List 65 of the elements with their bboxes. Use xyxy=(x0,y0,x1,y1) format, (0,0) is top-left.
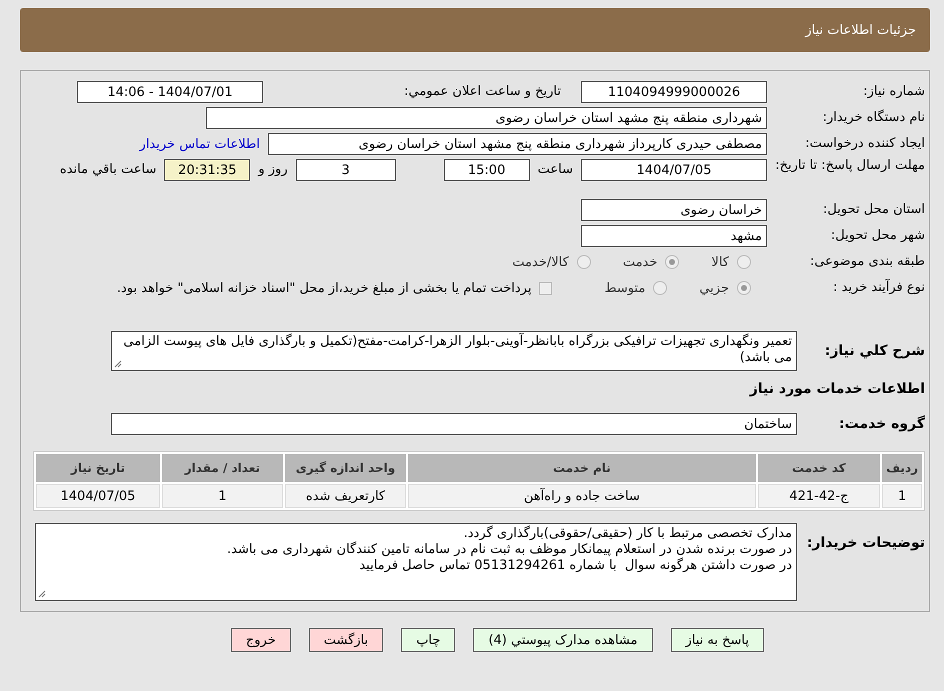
field-label: نام دستگاه خريدار: xyxy=(822,110,925,126)
checkbox-label: پرداخت تمام یا بخشی از مبلغ خرید،از محل "اسناد خزانه اسلامی" خواهد بود. xyxy=(116,280,532,296)
field-label: توضیحات خریدار: xyxy=(806,535,925,552)
field-label: نوع فرآیند خرید : xyxy=(832,280,925,296)
field-label: استان محل تحویل: xyxy=(822,202,925,218)
remaining-time-field: 20:31:35 xyxy=(164,159,250,181)
action-button[interactable]: بازگشت xyxy=(308,628,384,652)
creator-field: مصطفی حیدری کارپرداز شهرداری منطقه پنج مشهد استان خراسان رضوی xyxy=(268,133,767,155)
action-button[interactable]: پاسخ به نياز xyxy=(670,628,764,652)
radio-button[interactable] xyxy=(737,255,751,269)
resize-grip-icon xyxy=(114,360,122,368)
table-cell: 1 xyxy=(882,484,922,508)
field-label: تاريخ و ساعت اعلان عمومي: xyxy=(403,84,561,100)
radio-label: جزيي xyxy=(699,280,729,296)
column-header: تاریخ نیاز xyxy=(36,454,160,482)
note-line: مدارک تخصصی مرتبط با کار (حقیقی/حقوقی)بارگذاری گردد. xyxy=(462,526,792,542)
field-label: ايجاد کننده درخواست: xyxy=(804,136,925,152)
deadline-time-field: 15:00 xyxy=(444,159,530,181)
field-label: گروه خدمت: xyxy=(838,416,925,432)
buyer-field: شهرداری منطقه پنج مشهد استان خراسان رضوی xyxy=(206,107,767,129)
radio-button[interactable] xyxy=(653,281,668,295)
action-button[interactable]: خروج xyxy=(230,628,291,652)
column-header: تعداد / مقدار xyxy=(162,454,283,482)
radio-label: خدمت xyxy=(622,254,658,270)
description-field[interactable]: تعمیر ونگهداری تجهیزات ترافیکی بزرگراه بابانظر-آوینی-بلوار الزهرا-کرامت-مفتح(تکمیل و بارگذاری فایل های پیوست الزامی می باشد) xyxy=(111,331,797,371)
announce-date-field: 1404/07/01 - 14:06 xyxy=(77,81,263,103)
radio-button[interactable] xyxy=(737,281,751,295)
field-label: روز و xyxy=(258,162,288,177)
column-header: ردیف xyxy=(882,454,922,482)
resize-grip-icon xyxy=(38,590,46,598)
contact-link[interactable]: اطلاعات تماس خريدار xyxy=(140,136,260,152)
table-cell: 1404/07/05 xyxy=(36,484,160,508)
deadline-date-field: 1404/07/05 xyxy=(581,159,767,181)
note-line: در صورت داشتن هرگونه سوال با شماره 05131294261 تماس حاصل فرمایید xyxy=(358,558,792,574)
table-cell: ج-42-421 xyxy=(758,484,880,508)
radio-label: متوسط xyxy=(604,280,646,296)
table-cell: 1 xyxy=(162,484,283,508)
field-label: مهلت ارسال پاسخ: تا تاریخ: xyxy=(775,159,925,174)
need-number-field: 1104094999000026 xyxy=(581,81,767,103)
city-field: مشهد xyxy=(581,225,767,247)
province-field: خراسان رضوی xyxy=(581,199,767,221)
column-header: نام خدمت xyxy=(408,454,756,482)
days-field: 3 xyxy=(296,159,396,181)
note-line: در صورت برنده شدن در استعلام پیمانکار موظف به ثبت نام در سامانه تامین کنندگان شهرداری می باشد. xyxy=(226,542,792,558)
action-button[interactable]: مشاهده مدارک پيوستي (4) xyxy=(473,628,652,652)
service-group-field: ساختمان xyxy=(111,413,797,435)
column-header: کد خدمت xyxy=(758,454,880,482)
field-label: ساعت باقي مانده xyxy=(60,162,156,177)
field-label: طبقه بندی موضوعی: xyxy=(808,254,925,270)
buyer-notes-field[interactable] xyxy=(35,523,797,601)
table-cell: کارتعریف شده xyxy=(284,484,406,508)
radio-label: کالا xyxy=(711,254,729,270)
field-label: شهر محل تحویل: xyxy=(830,228,925,244)
table-cell: ساخت جاده و راه‌آهن xyxy=(408,484,756,508)
action-button[interactable]: چاپ xyxy=(401,628,456,652)
field-label: شرح كلي نياز: xyxy=(824,342,925,360)
radio-button[interactable] xyxy=(576,255,591,269)
field-label: شماره نیاز: xyxy=(862,84,925,100)
section-title: اطلاعات خدمات مورد نياز xyxy=(748,380,925,399)
column-header: واحد اندازه گیری xyxy=(284,454,406,482)
radio-button[interactable] xyxy=(665,255,680,269)
checkbox[interactable] xyxy=(539,282,552,294)
field-label: ساعت xyxy=(538,162,573,177)
page-title: جزئیات اطلاعات نیاز xyxy=(805,22,916,38)
radio-label: کالا/خدمت xyxy=(512,254,569,270)
